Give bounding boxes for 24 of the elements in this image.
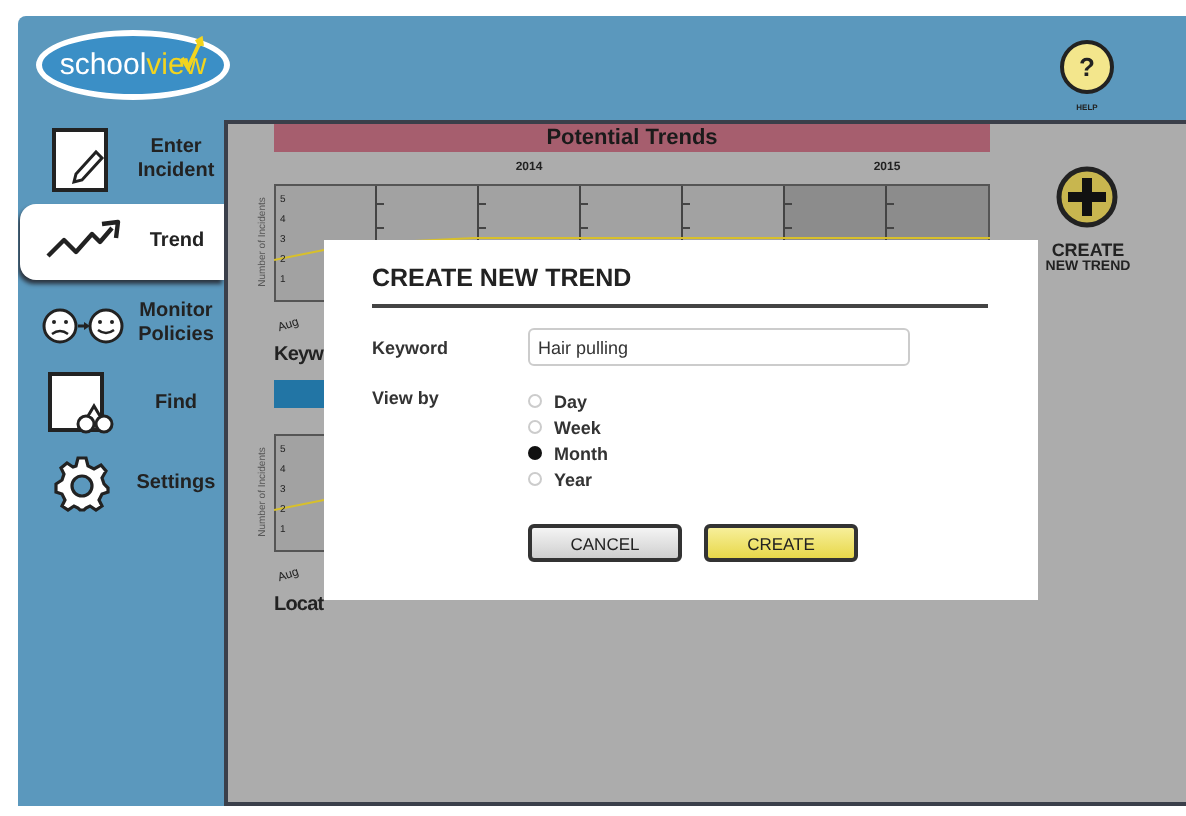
field-label: View by [372,388,441,408]
logo: schoolview [36,30,230,100]
radio-option[interactable]: Day [528,388,608,414]
nav-item[interactable]: Enter Incident [18,124,224,196]
nav-item[interactable]: Trend [20,204,224,280]
keyword-field[interactable]: Hair pulling [528,328,910,366]
chart-heading: Keyw [274,344,322,370]
radio-option[interactable]: Month [528,440,608,466]
radio-option[interactable]: Year [528,466,608,492]
settings-icon [54,456,110,512]
create-button[interactable]: CREATE [704,524,858,562]
radio-option[interactable]: Week [528,414,608,440]
dialog-title: CREATE NEW TREND [372,264,634,292]
plus-icon [1056,166,1119,228]
nav-item[interactable]: Find [18,368,224,440]
nav-item[interactable]: Settings [18,448,224,520]
paper-binoculars-icon [48,372,116,436]
paper-pencil-icon [52,128,112,192]
cancel-button[interactable]: CANCEL [528,524,682,562]
chart-heading: Locat [274,594,322,620]
nav-item[interactable]: Monitor Policies [18,288,224,360]
help-button[interactable]: ? [1060,40,1114,94]
section-title: Potential Trends [274,124,990,152]
field-label: Keyword [372,337,451,357]
